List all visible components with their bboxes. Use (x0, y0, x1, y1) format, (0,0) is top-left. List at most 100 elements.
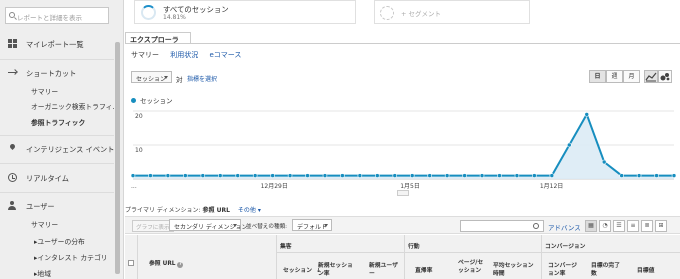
x-tick-label: 1月12日 (540, 183, 563, 190)
plot-rows-button[interactable]: グラフに表示 (132, 220, 174, 232)
segment-percent: 14.81% (163, 14, 186, 21)
sidebar-subitem-audience-summary[interactable]: サマリー (31, 219, 58, 229)
divider (0, 192, 114, 193)
select-all-checkbox[interactable] (128, 260, 134, 266)
data-point (619, 173, 624, 178)
table-view-term-cloud-icon[interactable]: ≣ (641, 220, 653, 232)
column-sessions[interactable]: セッション ↓ (283, 265, 321, 274)
table-view-performance-icon[interactable]: ☰ (613, 220, 625, 232)
data-point (357, 173, 363, 178)
data-point (217, 173, 223, 178)
data-point (148, 173, 153, 178)
divider (137, 235, 138, 279)
data-point (200, 173, 206, 178)
sidebar: レポートと詳細を表示 マイレポート一覧 ショートカット サマリー オーガニック検… (0, 0, 124, 279)
bubble-chart-icon (660, 73, 670, 81)
table-view-pie-icon[interactable]: ◔ (599, 220, 611, 232)
sidebar-item-realtime[interactable]: リアルタイム (0, 171, 114, 185)
advanced-filter-link[interactable]: アドバンス (548, 222, 581, 232)
column-conversion-rate[interactable]: コンバージョン率 (548, 262, 582, 278)
sidebar-subitem-geo[interactable]: ▸地域 (34, 268, 51, 278)
line-chart-view-button[interactable] (644, 70, 658, 83)
column-new-users[interactable]: 新規ユーザー (369, 262, 401, 278)
sidebar-item-audience[interactable]: ユーザー (0, 199, 114, 213)
data-point (532, 173, 537, 178)
divider (0, 59, 114, 60)
primary-dimension-row: プライマリ ディメンション: 参照 URL その他 ▾ (125, 207, 261, 214)
segment-all-sessions[interactable]: すべてのセッション 14.81% (134, 0, 356, 24)
divider (125, 43, 680, 44)
search-icon (533, 223, 539, 229)
secondary-dimension-select[interactable]: セカンダリ ディメンション (169, 219, 248, 231)
y-tick-label: 20 (135, 113, 143, 120)
granularity-month-button[interactable]: 月 (623, 70, 640, 83)
y-tick-label: 10 (135, 147, 143, 154)
column-goal-completions[interactable]: 目標の完了数 (591, 262, 623, 278)
data-point (270, 173, 275, 178)
data-point (636, 173, 642, 178)
sidebar-item-shortcuts[interactable]: ショートカット (0, 66, 114, 80)
user-icon (8, 201, 17, 210)
chart-resize-handle[interactable] (397, 190, 409, 196)
search-icon (9, 12, 15, 18)
data-point (375, 173, 380, 178)
data-point (183, 173, 188, 178)
clock-icon (8, 173, 17, 182)
divider (541, 235, 542, 279)
table-view-pivot-icon[interactable]: ⊞ (655, 220, 667, 232)
motion-chart-view-button[interactable] (658, 70, 672, 83)
main-content: すべてのセッション 14.81% + セグメント エクスプローラ サマリー 利用… (125, 0, 680, 279)
table-view-comparison-icon[interactable]: ≡ (627, 220, 639, 232)
column-referral-url[interactable]: 参照 URL? (149, 258, 184, 268)
data-point (497, 173, 502, 178)
subtab-usage[interactable]: 利用状況 (170, 51, 198, 59)
data-point (654, 173, 659, 178)
help-icon: ? (177, 262, 184, 268)
select-metric-link[interactable]: 指標を選択 (187, 74, 217, 83)
group-conversion: コンバージョン (545, 244, 586, 250)
grid-icon (8, 39, 17, 48)
column-bounce-rate[interactable]: 直帰率 (415, 265, 432, 274)
group-acquisition: 集客 (280, 244, 292, 250)
pin-icon (8, 144, 17, 153)
subtab-ecommerce[interactable]: eコマース (209, 51, 241, 59)
subtab-summary[interactable]: サマリー (131, 51, 159, 59)
column-goal-value[interactable]: 目標値 (637, 265, 654, 274)
data-point (305, 173, 310, 178)
x-tick-label: ... (131, 183, 137, 190)
data-point (584, 112, 590, 117)
report-search-input[interactable]: レポートと詳細を表示 (5, 7, 109, 24)
sidebar-item-intelligence[interactable]: インテリジェンス イベント (0, 142, 114, 156)
sidebar-scrollbar[interactable] (115, 42, 120, 274)
series-area (133, 114, 674, 179)
segment-placeholder-icon (380, 6, 394, 20)
data-point (409, 173, 415, 178)
sort-type-select[interactable]: デフォルト (292, 219, 332, 231)
data-point (462, 173, 467, 178)
sidebar-subitem-summary[interactable]: サマリー (31, 86, 58, 96)
data-point (235, 173, 241, 178)
sidebar-item-my-reports[interactable]: マイレポート一覧 (0, 37, 114, 51)
data-point (514, 173, 520, 178)
granularity-day-button[interactable]: 日 (589, 70, 606, 83)
granularity-week-button[interactable]: 週 (606, 70, 623, 83)
column-new-sessions-rate[interactable]: 新規セッション率 (318, 262, 358, 278)
chevron-down-icon (164, 76, 168, 79)
column-pages-per-session[interactable]: ページ/セッション (458, 259, 486, 275)
data-point (252, 173, 258, 178)
data-point (566, 142, 572, 148)
sidebar-subitem-organic[interactable]: オーガニック検索トラフィ... (31, 101, 119, 111)
primary-dimension-value: 参照 URL (202, 207, 230, 214)
sort-type-label: 並べ替えの種類: (246, 224, 288, 230)
other-dimension-link[interactable]: その他 ▾ (238, 207, 261, 214)
segment-pie-icon (141, 5, 156, 20)
table-search-input[interactable] (460, 220, 544, 232)
add-segment-button[interactable]: + セグメント (374, 0, 530, 24)
sidebar-subitem-demographics[interactable]: ▸ユーザーの分布 (34, 236, 85, 246)
table-view-data-icon[interactable]: ▦ (585, 220, 597, 232)
metric-select[interactable]: セッション (131, 71, 172, 83)
sessions-line-chart: 20 10... 12月29日 1月5日 1月12日 (130, 110, 677, 190)
sidebar-subitem-referral[interactable]: 参照トラフィック (31, 117, 85, 127)
column-avg-session-duration[interactable]: 平均セッション時間 (493, 262, 539, 278)
sidebar-subitem-interests[interactable]: ▸インタレスト カテゴリ (34, 252, 108, 262)
